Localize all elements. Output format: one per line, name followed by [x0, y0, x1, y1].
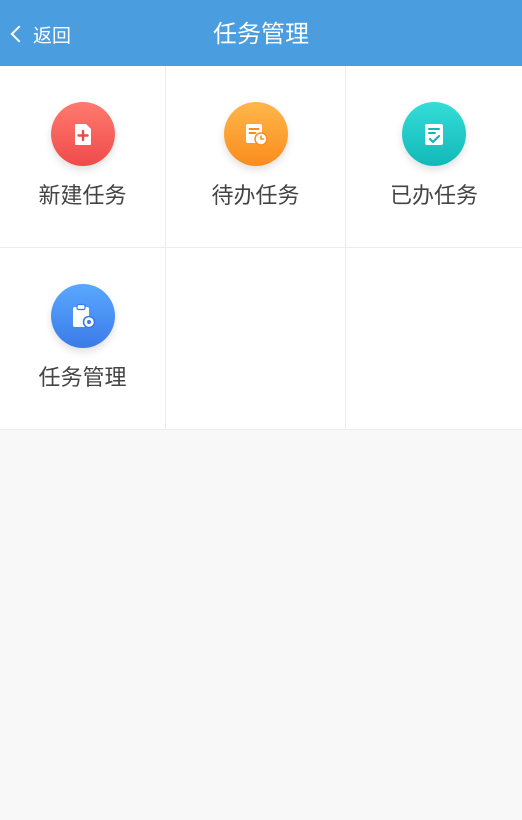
tile-new-task[interactable]: 新建任务	[0, 66, 166, 248]
new-task-icon	[50, 102, 115, 166]
tile-label: 已办任务	[389, 184, 478, 209]
tile-task-manage[interactable]: 任务管理	[0, 248, 166, 430]
empty-cell	[346, 248, 522, 430]
grid-row: 任务管理	[0, 248, 522, 430]
empty-cell	[166, 248, 346, 430]
tile-label: 任务管理	[38, 366, 127, 391]
header-bar: 返回 任务管理	[0, 0, 522, 66]
pending-task-icon	[223, 102, 288, 166]
task-grid: 新建任务 待办任务 已办任务 任务管理	[0, 66, 522, 430]
tile-pending-task[interactable]: 待办任务	[166, 66, 346, 248]
page-title: 任务管理	[213, 20, 309, 48]
done-task-icon	[402, 102, 466, 166]
tile-label: 待办任务	[211, 184, 300, 209]
grid-row: 新建任务 待办任务 已办任务	[0, 66, 522, 248]
tile-label: 新建任务	[38, 184, 127, 209]
task-manage-icon	[50, 284, 115, 348]
tile-done-task[interactable]: 已办任务	[346, 66, 522, 248]
